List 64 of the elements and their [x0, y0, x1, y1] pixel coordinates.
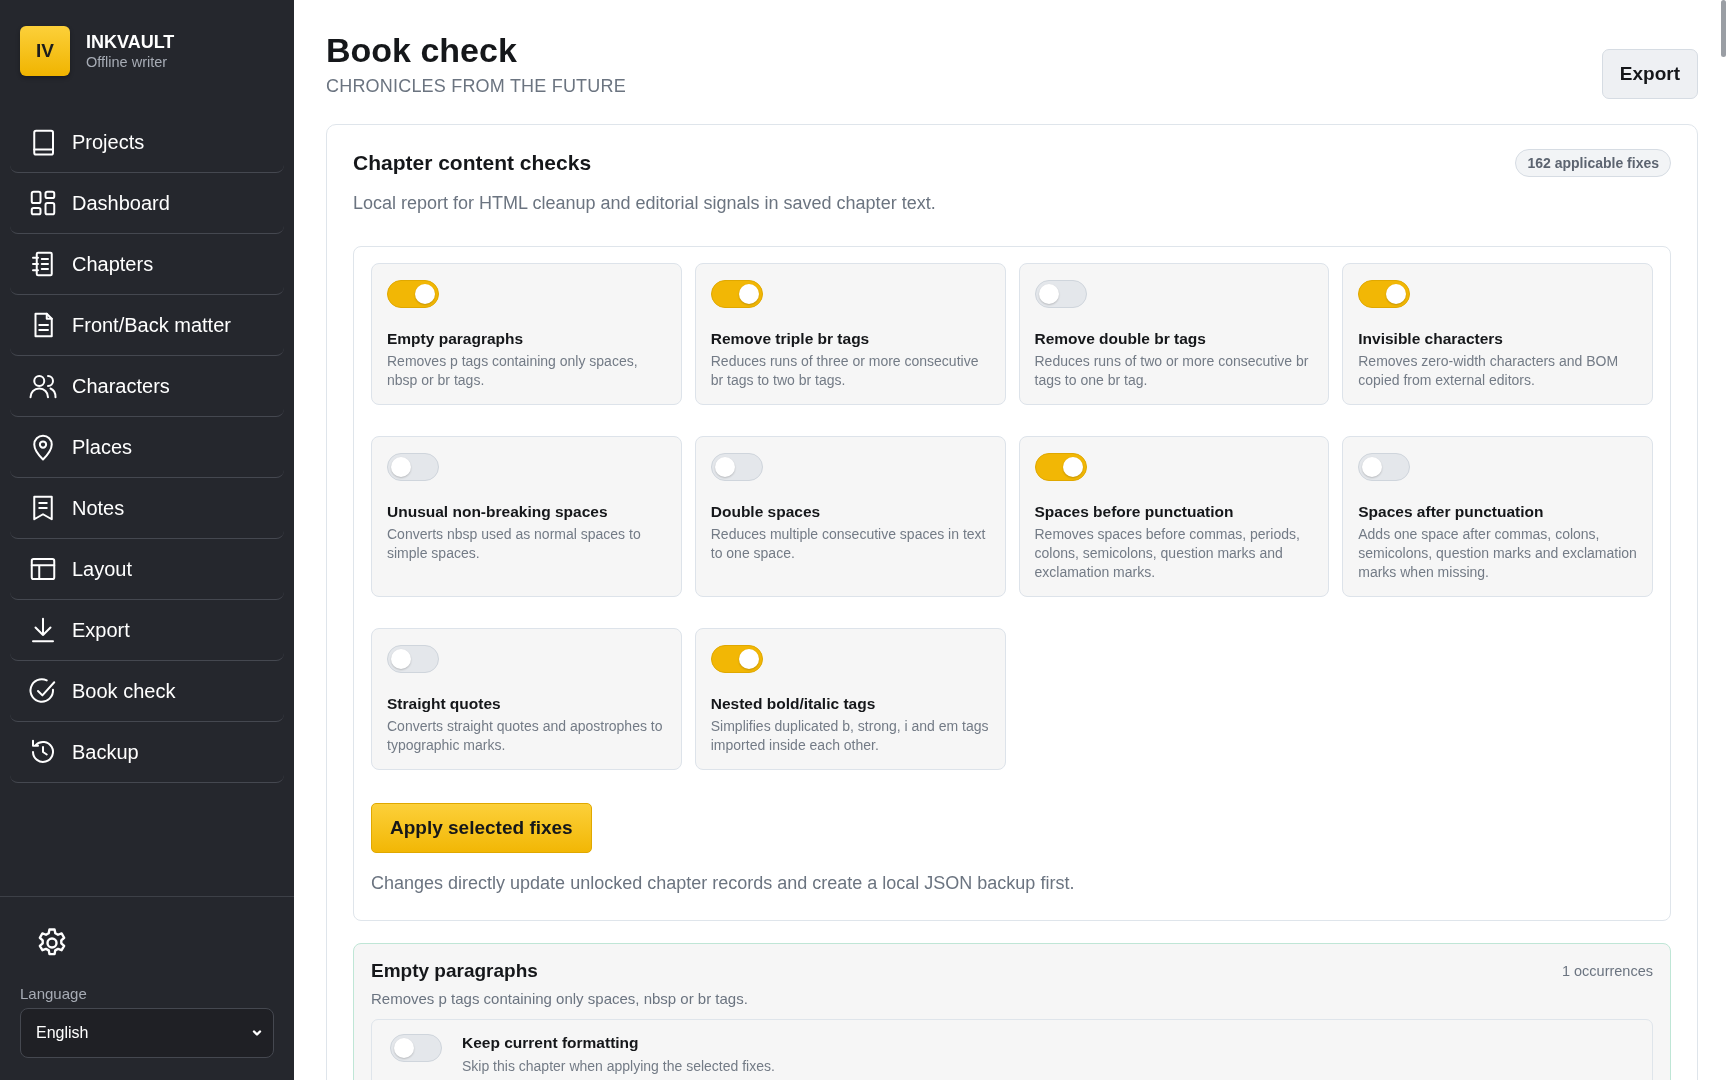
- toggle-switch[interactable]: [390, 1034, 442, 1062]
- check-title: Straight quotes: [387, 695, 502, 713]
- toggle-switch[interactable]: [387, 453, 439, 481]
- nav-item[interactable]: Places: [10, 417, 284, 478]
- toggle-switch[interactable]: [1034, 280, 1087, 308]
- option-hint: Skip this chapter when applying the selected fixes.: [462, 1058, 775, 1074]
- check-description: Reduces runs of three or more consecutive br tags to two br tags.: [710, 352, 980, 390]
- check-circle-icon: [28, 676, 58, 706]
- check-description: Removes zero-width characters and BOM copied from external editors.: [1358, 352, 1620, 390]
- language-select[interactable]: English: [20, 1008, 274, 1058]
- check-description: Reduces runs of two or more consecutive br tags to one br tag.: [1034, 352, 1310, 390]
- check-title: Unusual non-breaking spaces: [387, 503, 609, 521]
- check-title: Spaces before punctuation: [1034, 503, 1235, 521]
- nav-item[interactable]: Book check: [10, 661, 284, 722]
- option-label: Keep current formatting: [462, 1034, 640, 1052]
- check-title: Remove triple br tags: [710, 330, 871, 348]
- scrollbar-thumb[interactable]: [1721, 0, 1726, 57]
- nav-item[interactable]: Chapters: [10, 234, 284, 295]
- check-description: Reduces multiple consecutive spaces in text to one space.: [710, 525, 987, 563]
- check-title: Spaces after punctuation: [1358, 503, 1545, 521]
- app-tagline: Offline writer: [86, 52, 169, 71]
- page-title: Book check: [326, 30, 518, 70]
- toggle-switch[interactable]: [387, 645, 439, 673]
- export-button[interactable]: Export: [1601, 49, 1698, 99]
- check-description: Removes p tags containing only spaces, nbsp or br tags.: [387, 352, 639, 390]
- app-logo: IV: [20, 26, 70, 76]
- check-title: Invisible characters: [1358, 330, 1504, 348]
- toggle-switch[interactable]: [1358, 453, 1411, 481]
- check-description: Converts nbsp used as normal spaces to simple spaces.: [387, 525, 642, 563]
- language-label: Language: [20, 985, 88, 1002]
- nav-item[interactable]: Projects: [10, 112, 284, 173]
- nav-item[interactable]: Front/Back matter: [10, 295, 284, 356]
- panel-description: Local report for HTML cleanup and editorial signals in saved chapter text.: [353, 193, 937, 214]
- check-title: Nested bold/italic tags: [710, 695, 877, 713]
- panel-title: Chapter content checks: [353, 151, 592, 175]
- toggle-switch[interactable]: [710, 645, 763, 673]
- check-description: Simplifies duplicated b, strong, i and em tags imported inside each other.: [710, 717, 990, 755]
- toggle-switch[interactable]: [710, 280, 763, 308]
- occurrence-title: Empty paragraphs: [371, 960, 538, 982]
- toggle-switch[interactable]: [710, 453, 763, 481]
- check-title: Remove double br tags: [1034, 330, 1207, 348]
- app-name: INKVAULT: [86, 31, 175, 53]
- toggle-switch[interactable]: [1358, 280, 1411, 308]
- check-title: Empty paragraphs: [387, 330, 525, 348]
- check-description: Adds one space after commas, colons, semicolons, question marks and exclamation marks when missing.: [1358, 525, 1637, 582]
- nav-item[interactable]: Layout: [10, 539, 284, 600]
- chevron-down-icon: [251, 1027, 263, 1039]
- nav-item[interactable]: Backup: [10, 722, 284, 783]
- occurrence-count: 1 occurrences: [1561, 963, 1653, 979]
- apply-note: Changes directly update unlocked chapter records and create a local JSON backup first.: [371, 873, 1076, 894]
- nav-item[interactable]: Notes: [10, 478, 284, 539]
- check-description: Removes spaces before commas, periods, colons, semicolons, question marks and exclamation marks.: [1034, 525, 1301, 582]
- nav-item[interactable]: Dashboard: [10, 173, 284, 234]
- toggle-switch[interactable]: [1034, 453, 1087, 481]
- toggle-switch[interactable]: [387, 280, 439, 308]
- occurrence-description: Removes p tags containing only spaces, nbsp or br tags.: [371, 990, 749, 1007]
- check-description: Converts straight quotes and apostrophes to typographic marks.: [387, 717, 664, 755]
- check-title: Double spaces: [710, 503, 822, 521]
- apply-button[interactable]: Apply selected fixes: [371, 803, 592, 853]
- grid-icon: [28, 188, 58, 218]
- fix-count-badge: 162 applicable fixes: [1515, 149, 1671, 177]
- project-name: CHRONICLES FROM THE FUTURE: [326, 76, 626, 97]
- nav-item[interactable]: Export: [10, 600, 284, 661]
- nav-item[interactable]: Characters: [10, 356, 284, 417]
